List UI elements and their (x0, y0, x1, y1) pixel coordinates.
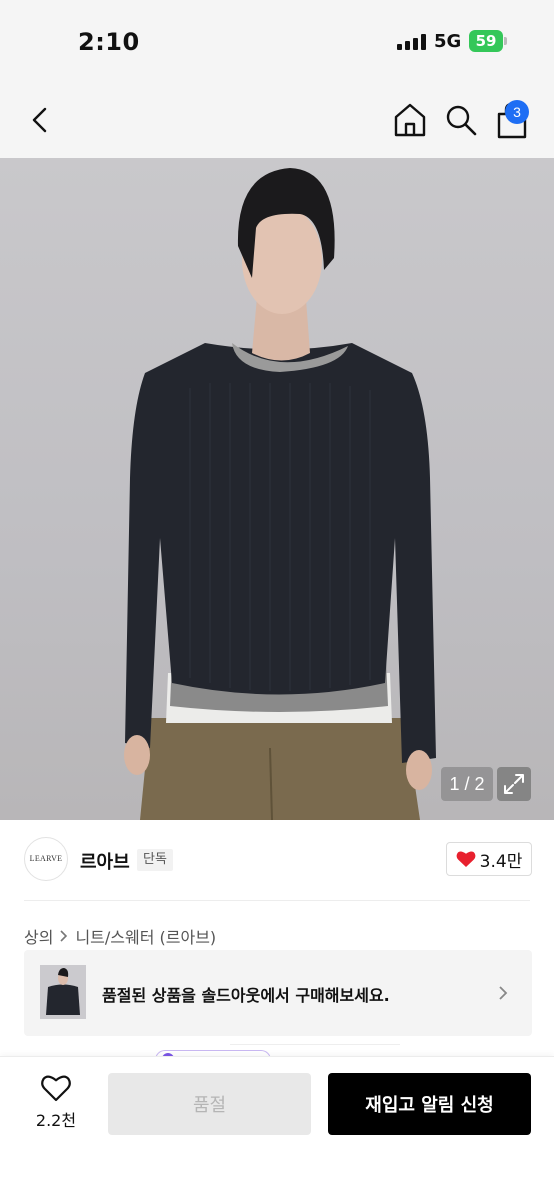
brand-like-count: 3.4만 (479, 851, 523, 872)
breadcrumb-subcategory[interactable]: 니트/스웨터 (르아브) (75, 924, 216, 948)
breadcrumb: 상의 니트/스웨터 (르아브) (24, 924, 216, 948)
wishlist-button[interactable]: 2.2천 (28, 1074, 84, 1134)
heart-outline-icon (41, 1075, 71, 1102)
banner-thumbnail (40, 965, 86, 1019)
restock-alert-button[interactable]: 재입고 알림 신청 (328, 1073, 531, 1135)
expand-icon[interactable] (497, 767, 531, 801)
status-bar: 2:10 5G 59 (0, 0, 554, 84)
signal-icon (397, 34, 426, 50)
status-time: 2:10 (78, 28, 140, 56)
divider (24, 900, 530, 901)
breadcrumb-category[interactable]: 상의 (24, 924, 53, 948)
network-label: 5G (434, 31, 462, 52)
product-photo (124, 168, 436, 820)
brand-logo[interactable]: LEARVE (24, 837, 68, 881)
soldout-button: 품절 (108, 1073, 311, 1135)
battery-icon: 59 (469, 30, 507, 52)
cart-count-badge: 3 (505, 100, 529, 124)
chevron-right-icon (499, 986, 508, 1000)
brand-like-button[interactable]: 3.4만 (446, 842, 532, 876)
brand-name[interactable]: 르아브 (80, 848, 130, 874)
battery-level: 59 (469, 30, 503, 52)
divider (230, 1044, 400, 1045)
back-icon[interactable] (24, 102, 56, 138)
image-counter: 1 / 2 (441, 767, 493, 801)
product-image[interactable] (0, 158, 554, 820)
soldout-market-banner[interactable]: 품절된 상품을 솔드아웃에서 구매해보세요. (24, 950, 532, 1036)
chevron-right-icon (60, 930, 68, 942)
search-icon[interactable] (444, 102, 478, 138)
wishlist-count: 2.2천 (35, 1111, 77, 1130)
banner-text: 품절된 상품을 솔드아웃에서 구매해보세요. (102, 986, 390, 1005)
top-nav: 3 (0, 84, 554, 158)
home-icon[interactable] (392, 100, 428, 140)
heart-filled-icon (456, 851, 476, 867)
exclusive-badge: 단독 (137, 849, 173, 871)
